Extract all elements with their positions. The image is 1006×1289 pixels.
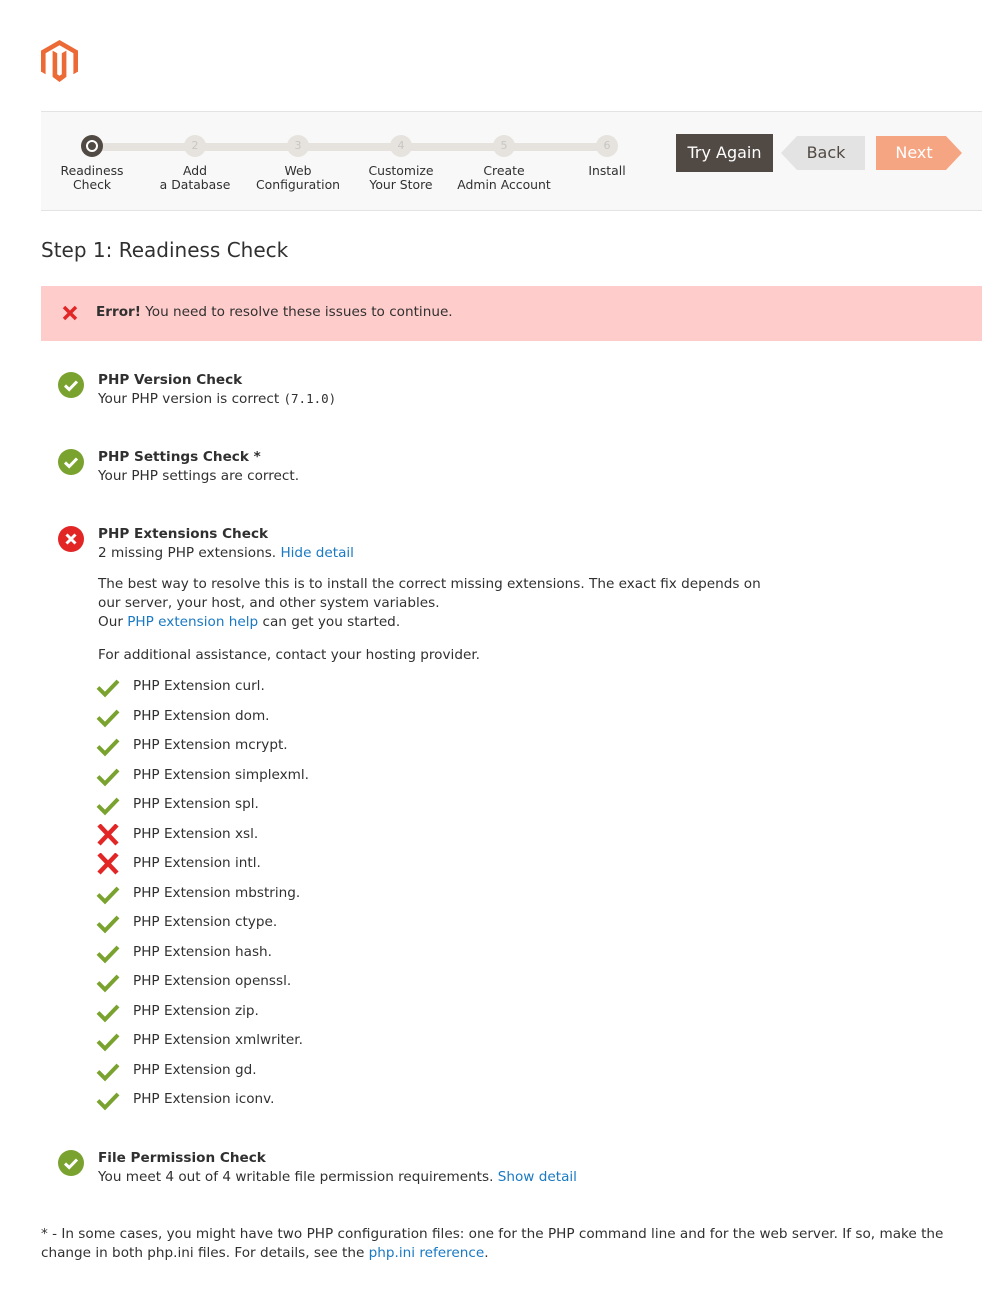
error-text: You need to resolve these issues to cont… <box>140 304 453 320</box>
check-desc: Your PHP settings are correct. <box>98 468 300 484</box>
step-4-label: Customize Your Store <box>368 163 434 192</box>
checkmark-icon <box>96 915 120 934</box>
check-title: PHP Version Check <box>98 372 243 388</box>
error-x-icon <box>62 305 78 321</box>
step-6-label: Install <box>588 163 626 178</box>
checkmark-icon <box>96 1033 120 1052</box>
step-6-marker: 6 <box>596 135 618 157</box>
step-3-marker: 3 <box>287 135 309 157</box>
footnote-text: * - In some cases, you might have two PH… <box>41 1226 944 1261</box>
next-button[interactable]: Next <box>876 136 962 170</box>
file-permission-desc: You meet 4 out of 4 writable file permis… <box>98 1169 494 1185</box>
extension-label: PHP Extension curl. <box>133 678 265 694</box>
help-line: The best way to resolve this is to insta… <box>98 576 761 611</box>
checkmark-icon <box>96 1092 120 1111</box>
error-message: Error! You need to resolve these issues … <box>96 304 453 320</box>
page-title: Step 1: Readiness Check <box>41 238 289 262</box>
check-title: PHP Extensions Check <box>98 526 269 542</box>
hide-detail-link[interactable]: Hide detail <box>280 545 354 561</box>
step-4-marker: 4 <box>390 135 412 157</box>
cross-icon <box>97 853 119 875</box>
step-2-label: Add a Database <box>159 163 231 192</box>
help-suffix: can get you started. <box>258 614 401 630</box>
checkmark-icon <box>96 974 120 993</box>
help-prefix: Our <box>98 614 128 630</box>
checkmark-icon <box>96 1004 120 1022</box>
checkmark-icon <box>96 768 120 786</box>
checkmark-icon <box>96 738 120 757</box>
php-extension-help-link[interactable]: PHP extension help <box>127 614 258 630</box>
extension-label: PHP Extension xmlwriter. <box>133 1032 303 1048</box>
success-check-icon <box>58 449 84 475</box>
error-label: Error! <box>96 304 141 320</box>
extension-label: PHP Extension ctype. <box>133 914 278 930</box>
try-again-button[interactable]: Try Again <box>676 134 773 172</box>
extension-label: PHP Extension dom. <box>133 707 270 724</box>
extension-label: PHP Extension spl. <box>133 796 259 812</box>
check-desc: You meet 4 out of 4 writable file permis… <box>98 1169 577 1185</box>
step-1-marker <box>81 135 103 157</box>
extension-label: PHP Extension iconv. <box>133 1091 275 1107</box>
progress-track <box>92 143 607 151</box>
checkmark-icon <box>96 679 120 698</box>
checkmark-icon <box>96 886 120 904</box>
php-version-desc: Your PHP version is correct <box>98 391 280 407</box>
step-5-marker: 5 <box>493 135 515 157</box>
cross-icon <box>97 823 119 846</box>
checkmark-icon <box>96 709 120 727</box>
success-check-icon <box>58 372 84 398</box>
show-detail-link[interactable]: Show detail <box>498 1169 577 1185</box>
step-2-marker: 2 <box>184 135 206 157</box>
extension-label: PHP Extension mbstring. <box>133 884 301 901</box>
step-1-label: Readiness Check <box>60 163 124 192</box>
extension-label: PHP Extension gd. <box>133 1061 257 1078</box>
step-3-label: Web Configuration <box>255 163 341 192</box>
magento-logo <box>41 40 78 82</box>
step-5-label: Create Admin Account <box>457 163 551 192</box>
footnote-end: . <box>484 1245 489 1261</box>
setup-progress-nav: Readiness Check 2 Add a Database 3 Web Confi… <box>41 111 982 211</box>
footnote: * - In some cases, you might have two PH… <box>41 1225 982 1263</box>
error-banner: Error! You need to resolve these issues … <box>41 286 982 341</box>
check-desc: Your PHP version is correct (7.1.0) <box>98 391 336 407</box>
extension-label: PHP Extension mcrypt. <box>133 737 288 753</box>
php-version-value: (7.1.0) <box>283 391 337 406</box>
check-title: PHP Settings Check * <box>98 449 261 465</box>
hosting-assist-text: For additional assistance, contact your … <box>98 647 480 663</box>
error-circle-icon <box>58 526 84 552</box>
extension-label: PHP Extension zip. <box>133 1002 259 1019</box>
missing-count: 2 missing PHP extensions. <box>98 545 277 561</box>
checkmark-icon <box>96 1063 120 1081</box>
extension-label: PHP Extension hash. <box>133 943 272 960</box>
extension-label: PHP Extension openssl. <box>133 973 292 989</box>
checkmark-icon <box>96 797 120 816</box>
check-title: File Permission Check <box>98 1150 266 1166</box>
php-ini-reference-link[interactable]: php.ini reference <box>369 1245 485 1261</box>
extension-help-text: The best way to resolve this is to insta… <box>98 575 778 632</box>
back-button[interactable]: Back <box>781 136 865 170</box>
extension-label: PHP Extension simplexml. <box>133 766 310 783</box>
extension-label: PHP Extension xsl. <box>133 825 259 842</box>
checkmark-icon <box>96 945 120 963</box>
check-desc: 2 missing PHP extensions. Hide detail <box>98 545 354 561</box>
extension-label: PHP Extension intl. <box>133 855 261 871</box>
success-check-icon <box>58 1150 84 1176</box>
